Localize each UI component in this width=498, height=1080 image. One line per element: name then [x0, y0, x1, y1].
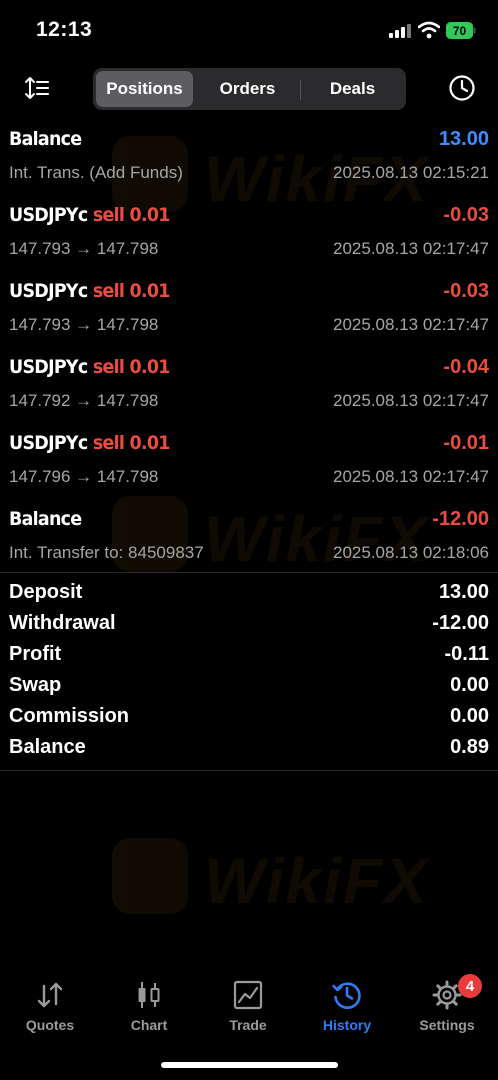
deal-title: Balance [9, 508, 82, 530]
summary-label: Swap [9, 674, 62, 696]
tab-quotes[interactable]: Quotes [0, 970, 100, 1040]
history-row[interactable]: USDJPYc sell 0.01 -0.04 147.792 → 147.79… [0, 350, 498, 426]
tab-trade[interactable]: Trade [198, 970, 298, 1040]
candlestick-chart-icon [138, 982, 160, 1008]
deal-volume: 0.01 [129, 280, 171, 302]
summary-label: Commission [9, 705, 130, 727]
deal-amount: -0.03 [443, 204, 489, 226]
history-row[interactable]: Balance 13.00 Int. Trans. (Add Funds) 20… [0, 122, 498, 198]
deal-volume: 0.01 [129, 204, 171, 226]
summary-divider-top [0, 572, 498, 573]
summary-row: Commission 0.00 [0, 702, 498, 733]
summary-row: Deposit 13.00 [0, 578, 498, 609]
tab-label: Trade [229, 1017, 267, 1033]
sort-icon[interactable] [24, 75, 50, 101]
summary-label: Withdrawal [9, 612, 116, 634]
summary-row: Balance 0.89 [0, 733, 498, 764]
history-list: Balance 13.00 Int. Trans. (Add Funds) 20… [0, 122, 498, 578]
status-time: 12:13 [36, 18, 93, 41]
deal-volume: 0.01 [129, 432, 171, 454]
deal-time: 2025.08.13 02:15:21 [333, 163, 489, 182]
history-row[interactable]: USDJPYc sell 0.01 -0.01 147.796 → 147.79… [0, 426, 498, 502]
summary-value: 0.89 [450, 736, 489, 758]
deal-time: 2025.08.13 02:17:47 [333, 239, 489, 258]
deal-side: sell [92, 356, 125, 378]
deal-prices: 147.793 → 147.798 [9, 315, 159, 334]
deal-title: USDJPYc sell 0.01 [9, 204, 170, 226]
deal-time: 2025.08.13 02:17:47 [333, 467, 489, 486]
summary-label: Deposit [9, 581, 83, 603]
deal-time: 2025.08.13 02:18:06 [333, 543, 489, 562]
deal-prices: 147.793 → 147.798 [9, 239, 159, 258]
watermark-text: WikiFX [204, 845, 429, 917]
summary-row: Withdrawal -12.00 [0, 609, 498, 640]
tab-label: History [322, 1017, 372, 1033]
deal-side: sell [92, 280, 125, 302]
summary-value: 13.00 [438, 581, 489, 603]
summary-row: Swap 0.00 [0, 671, 498, 702]
deal-comment: Int. Trans. (Add Funds) [9, 163, 183, 182]
deal-amount: -0.04 [443, 356, 489, 378]
quotes-arrows-icon [37, 982, 63, 1008]
bottom-tab-bar: Quotes Chart Trade History Settings [0, 970, 498, 1040]
deal-time: 2025.08.13 02:17:47 [333, 391, 489, 410]
deal-title: Balance [9, 128, 82, 150]
home-indicator[interactable] [161, 1062, 338, 1068]
tab-chart[interactable]: Chart [99, 970, 199, 1040]
settings-notification-badge: 4 [458, 974, 482, 998]
deal-amount: -12.00 [432, 508, 489, 530]
tab-label: Settings [419, 1017, 475, 1033]
cellular-signal-icon [389, 24, 411, 38]
battery-icon: 70 [446, 22, 476, 39]
history-row[interactable]: USDJPYc sell 0.01 -0.03 147.793 → 147.79… [0, 198, 498, 274]
deal-title: USDJPYc sell 0.01 [9, 432, 170, 454]
tab-history[interactable]: History [297, 970, 397, 1040]
summary-value: 0.00 [450, 674, 489, 696]
deal-amount: 13.00 [438, 128, 489, 150]
tab-positions[interactable]: Positions [96, 71, 193, 107]
toolbar: Positions Orders Deals [0, 66, 498, 112]
watermark-logo [112, 838, 188, 914]
tab-label: Chart [130, 1017, 168, 1033]
summary-value: -0.11 [444, 643, 489, 665]
deal-title: USDJPYc sell 0.01 [9, 280, 170, 302]
deal-amount: -0.01 [443, 432, 489, 454]
deal-amount: -0.03 [443, 280, 489, 302]
summary-divider-bottom [0, 770, 498, 771]
deal-time: 2025.08.13 02:17:47 [333, 315, 489, 334]
trade-chart-icon [233, 980, 263, 1010]
deal-comment: Int. Transfer to: 84509837 [9, 543, 204, 562]
history-row[interactable]: USDJPYc sell 0.01 -0.03 147.793 → 147.79… [0, 274, 498, 350]
history-mode-segmented-control: Positions Orders Deals [93, 68, 406, 110]
segment-divider [300, 80, 301, 100]
history-row[interactable]: Balance -12.00 Int. Transfer to: 8450983… [0, 502, 498, 578]
summary-label: Profit [9, 643, 62, 665]
wifi-icon [418, 21, 440, 39]
history-clock-icon [332, 982, 361, 1010]
deal-side: sell [92, 204, 125, 226]
tab-label: Quotes [25, 1017, 75, 1033]
tab-deals[interactable]: Deals [302, 71, 403, 107]
deal-volume: 0.01 [129, 356, 171, 378]
deal-prices: 147.792 → 147.798 [9, 391, 159, 410]
period-clock-icon[interactable] [448, 74, 476, 102]
tab-settings[interactable]: Settings [397, 970, 497, 1040]
deal-prices: 147.796 → 147.798 [9, 467, 159, 486]
tab-orders[interactable]: Orders [196, 71, 299, 107]
summary-row: Profit -0.11 [0, 640, 498, 671]
deal-side: sell [92, 432, 125, 454]
summary-label: Balance [9, 736, 86, 758]
deal-title: USDJPYc sell 0.01 [9, 356, 170, 378]
history-summary: Deposit 13.00 Withdrawal -12.00 Profit -… [0, 578, 498, 764]
battery-level: 70 [453, 24, 467, 38]
status-bar: 12:13 70 [0, 0, 498, 60]
summary-value: -12.00 [432, 612, 489, 634]
summary-value: 0.00 [450, 705, 489, 727]
